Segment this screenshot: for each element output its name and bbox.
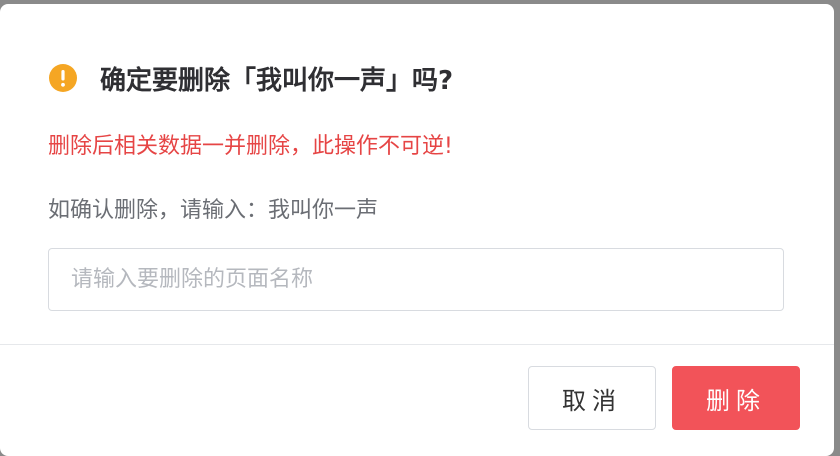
delete-confirm-dialog: 确定要删除「我叫你一声」吗? 删除后相关数据一并删除，此操作不可逆! 如确认删除…: [0, 4, 834, 456]
dialog-title: 确定要删除「我叫你一声」吗?: [100, 65, 454, 96]
footer-divider: [0, 344, 834, 345]
confirm-prompt: 如确认删除，请输入：我叫你一声: [48, 198, 379, 223]
danger-message: 删除后相关数据一并删除，此操作不可逆!: [48, 134, 453, 159]
page-name-input[interactable]: [48, 248, 784, 311]
cancel-button[interactable]: 取消: [528, 366, 656, 430]
delete-button[interactable]: 删除: [672, 366, 800, 430]
exclamation-circle-icon: [48, 63, 78, 93]
dialog-header: 确定要删除「我叫你一声」吗?: [48, 58, 453, 98]
